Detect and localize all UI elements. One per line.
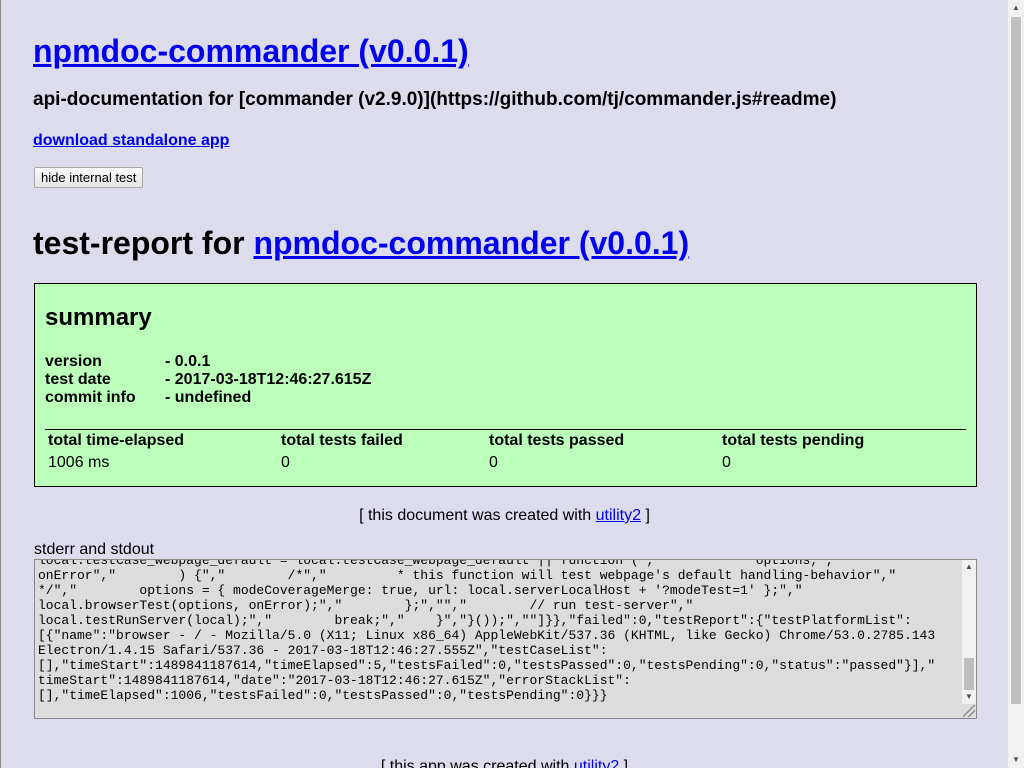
test-report-prefix: test-report for [33,225,254,261]
api-documentation-heading: api-documentation for [commander (v2.9.0… [33,89,837,110]
stat-tests-failed: total tests failed 0 [281,432,403,472]
stat-tests-passed: total tests passed 0 [489,432,624,472]
test-report-link[interactable]: npmdoc-commander (v0.0.1) [253,225,689,261]
utility2-link[interactable]: utility2 [596,507,641,524]
stat-value: 0 [722,454,731,471]
stat-value: 0 [281,454,290,471]
stat-label: total tests passed [489,432,625,449]
stat-label: total tests failed [281,432,403,449]
info-value: - 0.0.1 [165,353,211,370]
page-scroll-up-arrow-icon[interactable]: ▲ [1008,0,1024,16]
info-label: version [45,353,102,370]
stdout-label: stderr and stdout [34,541,155,558]
info-value: - undefined [165,389,252,406]
stat-value: 0 [489,454,498,471]
created-with-suffix: ] [641,507,650,524]
created-with-line: [ this document was created with utility… [1,506,1007,525]
summary-title: summary [45,304,152,331]
info-label: test date [45,371,111,388]
page-scroll-thumb[interactable] [1011,17,1021,704]
info-label: commit info [45,389,136,406]
page-scroll-down-arrow-icon[interactable]: ▼ [1008,752,1024,768]
info-value: - 2017-03-18T12:46:27.615Z [165,371,372,388]
stdout-scrollbar[interactable]: ▲ ▼ [962,560,976,704]
footer-suffix: ] [619,758,629,768]
stdout-content: local.testCase_webpage_default = local.t… [38,559,936,703]
info-row-commit-info: commit info - undefined [45,389,251,407]
info-row-test-date: test date - 2017-03-18T12:46:27.615Z [45,371,371,389]
test-report-title: test-report for npmdoc-commander (v0.0.1… [33,224,689,262]
summary-panel: summary version - 0.0.1 test date - 2017-0… [34,283,977,487]
stdout-scroll-thumb[interactable] [964,658,974,690]
footer-prefix: [ this app was created with [380,758,574,768]
hide-internal-test-button[interactable]: hide internal test [34,167,144,188]
footer-utility2-link[interactable]: utility2 [574,758,619,768]
download-standalone-app-link[interactable]: download standalone app [33,131,229,150]
app-title: npmdoc-commander (v0.0.1) [33,32,469,70]
resize-grip-icon[interactable] [963,705,975,717]
scroll-up-arrow-icon[interactable]: ▲ [962,560,976,574]
page: npmdoc-commander (v0.0.1) api-documentat… [0,0,1007,768]
stat-value: 1006 ms [48,454,110,471]
created-with-prefix: [ this document was created with [359,507,596,524]
stat-label: total time-elapsed [48,432,185,449]
stdout-textarea[interactable]: local.testCase_webpage_default = local.t… [34,559,977,719]
page-scrollbar[interactable]: ▲ ▼ [1007,0,1024,768]
stat-label: total tests pending [722,432,865,449]
stat-time-elapsed: total time-elapsed 1006 ms [48,432,184,472]
scroll-down-arrow-icon[interactable]: ▼ [962,690,976,704]
info-row-version: version - 0.0.1 [45,353,210,371]
app-title-link[interactable]: npmdoc-commander (v0.0.1) [33,33,469,69]
stat-tests-pending: total tests pending 0 [722,432,864,472]
footer-created-with-line: [ this app was created with utility2 ] [1,757,1007,768]
summary-divider [45,429,966,430]
